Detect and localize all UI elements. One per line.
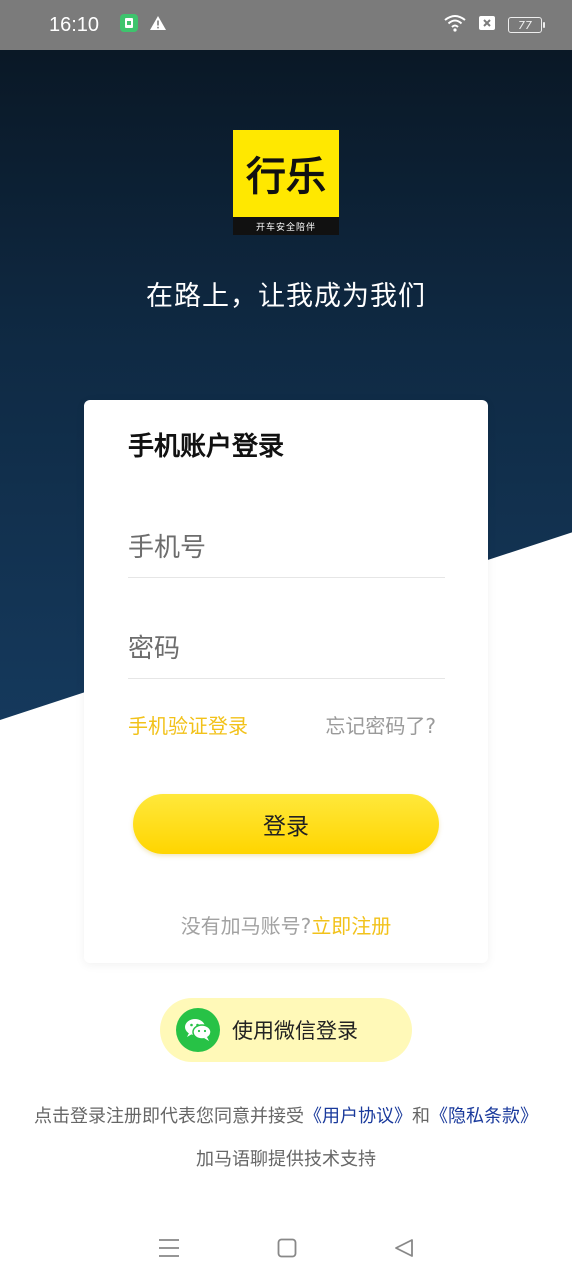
sim-blocked-icon (478, 14, 496, 36)
agreement-text: 点击登录注册即代表您同意并接受《用户协议》和《隐私条款》 (0, 1102, 572, 1128)
tech-support-text: 加马语聊提供技术支持 (196, 1149, 376, 1170)
menu-icon[interactable] (158, 1238, 180, 1262)
app-notification-icon (119, 13, 139, 38)
login-button[interactable]: 登录 (133, 794, 439, 854)
status-left-icons (119, 13, 167, 38)
forgot-password-link[interactable]: 忘记密码了? (325, 710, 436, 739)
register-row: 没有加马账号?立即注册 (84, 910, 488, 939)
warning-icon (149, 14, 167, 36)
logo-tagline: 开车安全陪伴 (233, 217, 339, 235)
no-account-text: 没有加马账号? (180, 914, 312, 938)
agreement-and: 和 (412, 1106, 430, 1127)
login-card: 手机账户登录 手机验证登录 忘记密码了? 登录 没有加马账号?立即注册 (84, 400, 488, 963)
battery-icon: 77 (508, 17, 545, 33)
register-link[interactable]: 立即注册 (311, 914, 391, 938)
status-time: 16:10 (49, 13, 100, 36)
agreement-prefix: 点击登录注册即代表您同意并接受 (34, 1106, 304, 1127)
status-right-icons: 77 (444, 14, 545, 37)
system-nav-bar (0, 1220, 572, 1280)
back-icon[interactable] (394, 1238, 414, 1262)
home-icon[interactable] (277, 1238, 297, 1262)
wifi-icon (444, 14, 466, 37)
wechat-login-button[interactable]: 使用微信登录 (160, 998, 412, 1062)
wechat-icon (176, 1008, 220, 1052)
status-bar: 16:10 77 (0, 0, 572, 50)
user-agreement-link[interactable]: 《用户协议》 (304, 1106, 412, 1127)
privacy-policy-link[interactable]: 《隐私条款》 (430, 1106, 538, 1127)
password-input[interactable] (128, 619, 445, 679)
wechat-login-label: 使用微信登录 (232, 1019, 358, 1043)
sms-login-link[interactable]: 手机验证登录 (128, 710, 248, 739)
logo-text: 行乐 (246, 154, 326, 200)
app-logo: 行乐 开车安全陪伴 (233, 130, 339, 235)
slogan: 在路上，让我成为我们 (146, 281, 426, 312)
phone-input[interactable] (128, 518, 445, 578)
login-card-title: 手机账户登录 (128, 432, 285, 462)
